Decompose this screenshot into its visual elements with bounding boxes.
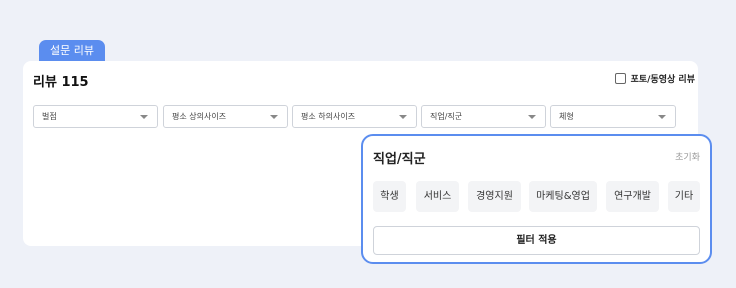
option-chip[interactable]: 마케팅&영업	[529, 181, 597, 212]
dropdown-top-size[interactable]: 평소 상의사이즈	[163, 105, 288, 128]
reset-button[interactable]: 초기화	[675, 150, 700, 163]
chevron-down-icon	[658, 115, 666, 119]
dropdown-body-type[interactable]: 체형	[550, 105, 676, 128]
survey-review-tab[interactable]: 설문 리뷰	[39, 40, 105, 62]
chevron-down-icon	[399, 115, 407, 119]
option-chip[interactable]: 기타	[668, 181, 700, 212]
review-count-title: 리뷰 115	[33, 75, 89, 90]
photo-video-label: 포토/동영상 리뷰	[630, 75, 695, 85]
popup-title: 직업/직군	[373, 152, 426, 167]
photo-video-checkbox[interactable]	[614, 73, 626, 84]
dropdown-label: 평소 상의사이즈	[172, 112, 227, 121]
dropdown-label: 직업/직군	[430, 112, 463, 121]
option-chip[interactable]: 학생	[373, 181, 406, 212]
option-chip[interactable]: 연구개발	[606, 181, 659, 212]
chevron-down-icon	[528, 115, 536, 119]
occupation-filter-popup: 직업/직군 초기화 학생 서비스 경영지원 마케팅&영업 연구개발 기타 필터 …	[361, 134, 712, 264]
chevron-down-icon	[140, 115, 148, 119]
review-widget: 설문 리뷰 리뷰 115 포토/동영상 리뷰 벌점 평소 상의사이즈 평소 하의…	[0, 0, 736, 288]
apply-filter-button[interactable]: 필터 적용	[373, 226, 700, 255]
photo-video-filter[interactable]: 포토/동영상 리뷰	[614, 72, 695, 85]
dropdown-bottom-size[interactable]: 평소 하의사이즈	[292, 105, 417, 128]
dropdown-label: 벌점	[42, 112, 57, 121]
chevron-down-icon	[270, 115, 278, 119]
option-chip[interactable]: 경영지원	[468, 181, 521, 212]
option-chip[interactable]: 서비스	[416, 181, 459, 212]
dropdown-label: 체형	[559, 112, 574, 121]
dropdown-score[interactable]: 벌점	[33, 105, 158, 128]
dropdown-label: 평소 하의사이즈	[301, 112, 356, 121]
dropdown-occupation[interactable]: 직업/직군	[421, 105, 546, 128]
